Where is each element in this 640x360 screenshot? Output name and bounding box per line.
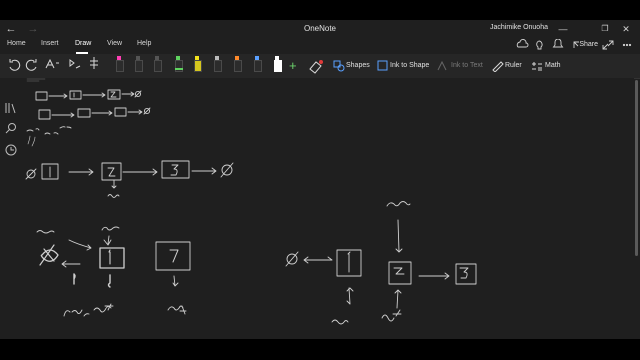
linked-list-sketch-2 [38, 107, 151, 120]
ink-drawing [25, 78, 477, 325]
pen-green[interactable] [174, 56, 183, 74]
fullscreen-icon [602, 40, 614, 50]
user-name[interactable]: Jachimike Onuoha [490, 24, 548, 31]
nav-sidebar [0, 78, 22, 339]
recent-icon[interactable] [5, 144, 17, 156]
pen-pink[interactable] [115, 56, 124, 74]
close-icon[interactable]: ✕ [620, 23, 632, 35]
undo-icon [9, 59, 21, 71]
sync-icon [516, 39, 529, 48]
lightbulb-icon [536, 40, 543, 50]
pointer-diagram-left [36, 226, 191, 317]
bell-icon [552, 39, 564, 48]
shapes-button[interactable]: Shapes [346, 62, 370, 69]
add-pen-icon[interactable]: + [289, 59, 303, 73]
tab-draw[interactable]: Draw [75, 40, 91, 47]
page-date-stamp [26, 78, 46, 82]
onenote-window: ← → OneNote Jachimike Onuoha — ❐ ✕ Home … [0, 20, 640, 339]
tab-home[interactable]: Home [7, 40, 26, 47]
add-space-icon [90, 57, 98, 69]
ink-to-shape-button[interactable]: Ink to Shape [390, 62, 429, 69]
ruler-button[interactable]: Ruler [505, 62, 522, 69]
pen-white-selected[interactable] [273, 56, 282, 74]
search-icon[interactable] [5, 122, 17, 134]
shapes-icon [333, 60, 345, 72]
pen-black-1[interactable] [134, 56, 143, 74]
ink-to-text-icon [437, 60, 447, 71]
pen-galaxy[interactable] [213, 56, 222, 74]
linked-list-sketch-1 [35, 89, 142, 101]
math-button[interactable]: Math [545, 62, 561, 69]
tab-help[interactable]: Help [137, 40, 151, 47]
share-button[interactable]: Share [579, 41, 598, 48]
minimize-icon[interactable]: — [557, 23, 569, 35]
tab-insert[interactable]: Insert [41, 40, 59, 47]
math-icon [532, 62, 542, 71]
pen-black-2[interactable] [153, 56, 162, 74]
pen-blue[interactable] [253, 56, 262, 74]
page-canvas[interactable]: ​ [22, 78, 634, 339]
pointer-diagram-right [285, 201, 477, 325]
vertical-scrollbar[interactable] [635, 80, 638, 256]
eraser-icon[interactable] [306, 58, 328, 74]
menubar-right-icons [516, 39, 632, 50]
restore-icon[interactable]: ❐ [599, 23, 611, 35]
notebooks-icon[interactable] [5, 102, 17, 114]
highlighter-yellow[interactable] [193, 56, 202, 74]
redo-icon [25, 59, 37, 71]
lasso-select-icon [69, 59, 81, 69]
linked-list-sketch-3 [25, 126, 234, 198]
tab-view[interactable]: View [107, 40, 122, 47]
ink-to-shape-icon [377, 60, 388, 71]
type-mode-icon [45, 58, 59, 69]
share-icon [573, 41, 579, 48]
title-bar: ← → OneNote Jachimike Onuoha — ❐ ✕ [0, 20, 640, 38]
ink-to-text-button[interactable]: Ink to Text [451, 62, 483, 69]
ruler-icon [492, 61, 504, 72]
draw-ribbon: + Shapes Ink to Shape Ink to Text Ruler … [0, 54, 640, 79]
pen-orange[interactable] [233, 56, 242, 74]
